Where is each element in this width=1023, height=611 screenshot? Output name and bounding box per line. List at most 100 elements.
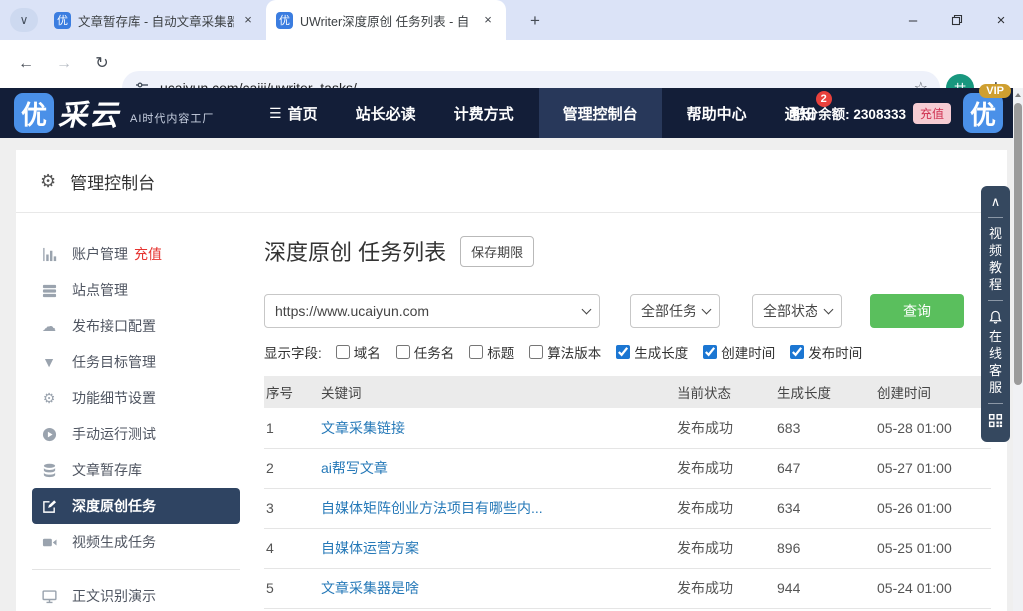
status-text: 发布成功 xyxy=(675,528,775,568)
created-time: 05-27 01:00 xyxy=(875,448,991,488)
tasks-table: 序号 关键词 当前状态 生成长度 创建时间 1 文章采集链接 发布成功 683 … xyxy=(264,376,991,609)
gears-icon: ⚙ xyxy=(40,390,58,407)
recharge-link[interactable]: 充值 xyxy=(134,244,162,264)
user-avatar[interactable]: 优 xyxy=(963,93,1003,133)
sidebar-item-manual-test[interactable]: 手动运行测试 xyxy=(32,416,240,452)
funnel-icon: ▼ xyxy=(40,354,58,370)
scrollbar-up-arrow[interactable] xyxy=(1013,88,1023,101)
site-select-wrap: https://www.ucaiyun.com xyxy=(264,294,600,328)
row-no: 4 xyxy=(264,528,319,568)
tab-close-icon[interactable]: × xyxy=(240,12,256,28)
reload-icon[interactable]: ↻ xyxy=(90,52,114,76)
col-header-created: 创建时间 xyxy=(875,376,991,408)
scroll-top-icon[interactable]: ∧ xyxy=(991,194,1001,210)
page-title: 管理控制台 xyxy=(70,169,155,194)
window-minimize-button[interactable]: – xyxy=(891,0,935,40)
status-select[interactable]: 全部状态 xyxy=(752,294,842,328)
tab-title: UWriter深度原创 任务列表 - 自 xyxy=(300,11,474,30)
field-checkbox-task-name[interactable]: 任务名 xyxy=(396,342,455,362)
play-circle-icon xyxy=(40,427,58,442)
gen-length: 944 xyxy=(775,568,875,608)
table-row: 5 文章采集器是啥 发布成功 944 05-24 01:00 xyxy=(264,568,991,608)
nav-item-console[interactable]: 管理控制台 xyxy=(539,88,662,138)
sidebar-item-account[interactable]: 账户管理充值 xyxy=(32,236,240,272)
nav-item-home[interactable]: ☰ 首页 xyxy=(256,88,331,138)
window-controls: – × xyxy=(891,0,1023,40)
table-header-row: 序号 关键词 当前状态 生成长度 创建时间 xyxy=(264,376,991,408)
page-scrollbar[interactable] xyxy=(1013,88,1023,611)
keyword-link[interactable]: ai帮写文章 xyxy=(321,460,388,476)
site-select[interactable]: https://www.ucaiyun.com xyxy=(264,294,600,328)
sidebar-item-video-tasks[interactable]: 视频生成任务 xyxy=(32,524,240,560)
keyword-link[interactable]: 自媒体矩阵创业方法项目有哪些内... xyxy=(321,500,543,516)
sidebar-item-content-recognition[interactable]: 正文识别演示 xyxy=(32,578,240,611)
sidebar-item-sites[interactable]: 站点管理 xyxy=(32,272,240,308)
created-time: 05-24 01:00 xyxy=(875,568,991,608)
sidebar-item-deep-original-tasks[interactable]: 深度原创任务 xyxy=(32,488,240,524)
site-favicon: 优 xyxy=(276,12,293,29)
status-text: 发布成功 xyxy=(675,488,775,528)
monitor-icon xyxy=(40,589,58,604)
scrollbar-thumb[interactable] xyxy=(1014,103,1022,385)
logo-name: 采云 xyxy=(58,92,120,134)
nav-item-billing[interactable]: 计费方式 xyxy=(441,88,527,138)
nav-item-must-read[interactable]: 站长必读 xyxy=(343,88,429,138)
field-checkbox-title[interactable]: 标题 xyxy=(469,342,514,362)
keyword-link[interactable]: 自媒体运营方案 xyxy=(321,540,419,556)
window-close-button[interactable]: × xyxy=(979,0,1023,40)
bell-icon[interactable] xyxy=(989,310,1002,324)
main-content: 深度原创 任务列表 保存期限 https://www.ucaiyun.com 全… xyxy=(264,235,991,609)
field-checkbox-gen-length[interactable]: 生成长度 xyxy=(616,342,688,362)
keyword-link[interactable]: 文章采集器是啥 xyxy=(321,580,419,596)
table-row: 3 自媒体矩阵创业方法项目有哪些内... 发布成功 634 05-26 01:0… xyxy=(264,488,991,528)
field-checkbox-publish-time[interactable]: 发布时间 xyxy=(790,342,862,362)
tab-search-button[interactable]: ∨ xyxy=(10,8,38,32)
retention-period-button[interactable]: 保存期限 xyxy=(460,236,534,267)
nav-item-help[interactable]: 帮助中心 xyxy=(674,88,760,138)
sidebar-item-publish-api[interactable]: ☁ 发布接口配置 xyxy=(32,308,240,344)
row-no: 5 xyxy=(264,568,319,608)
created-time: 05-26 01:00 xyxy=(875,488,991,528)
sidebar-item-article-buffer[interactable]: 文章暂存库 xyxy=(32,452,240,488)
recharge-button[interactable]: 充值 xyxy=(913,103,951,124)
panel-divider xyxy=(988,300,1003,301)
online-service-link[interactable]: 在线客服 xyxy=(988,328,1003,396)
browser-tab-active[interactable]: 优 UWriter深度原创 任务列表 - 自 × xyxy=(266,0,506,40)
status-select-wrap: 全部状态 xyxy=(752,294,842,328)
site-logo[interactable]: 优 采云 AI时代内容工厂 xyxy=(14,92,214,134)
video-camera-icon xyxy=(40,535,58,550)
sidebar-divider xyxy=(32,569,240,570)
navbar-menu: ☰ 首页 站长必读 计费方式 管理控制台 帮助中心 通知 2 xyxy=(250,88,834,138)
tab-close-icon[interactable]: × xyxy=(480,12,496,28)
row-no: 3 xyxy=(264,488,319,528)
qr-code-icon[interactable] xyxy=(988,413,1003,428)
video-tutorial-link[interactable]: 视频教程 xyxy=(988,225,1003,293)
browser-tab-inactive[interactable]: 优 文章暂存库 - 自动文章采集器-自 × xyxy=(44,0,266,40)
row-no: 2 xyxy=(264,448,319,488)
panel-divider xyxy=(988,403,1003,404)
gen-length: 896 xyxy=(775,528,875,568)
keyword-link[interactable]: 文章采集链接 xyxy=(321,420,405,436)
section-title: 深度原创 任务列表 xyxy=(264,235,446,267)
card-header: ⚙ 管理控制台 xyxy=(16,150,1007,213)
col-header-keyword: 关键词 xyxy=(319,376,675,408)
field-checkbox-created-time[interactable]: 创建时间 xyxy=(703,342,775,362)
task-type-select-wrap: 全部任务 xyxy=(630,294,720,328)
query-button[interactable]: 查询 xyxy=(870,294,964,328)
logo-badge: 优 xyxy=(14,93,54,133)
window-restore-button[interactable] xyxy=(935,0,979,40)
tab-title: 文章暂存库 - 自动文章采集器-自 xyxy=(78,11,234,30)
vip-badge: VIP xyxy=(979,84,1011,98)
status-text: 发布成功 xyxy=(675,408,775,448)
back-icon[interactable]: ← xyxy=(14,52,38,76)
float-panel: ∧ 视频教程 在线客服 xyxy=(981,186,1010,442)
gear-icon: ⚙ xyxy=(40,171,56,192)
new-tab-button[interactable]: + xyxy=(522,8,548,34)
sidebar-item-feature-settings[interactable]: ⚙ 功能细节设置 xyxy=(32,380,240,416)
task-type-select[interactable]: 全部任务 xyxy=(630,294,720,328)
col-header-length: 生成长度 xyxy=(775,376,875,408)
field-checkbox-algorithm[interactable]: 算法版本 xyxy=(529,342,601,362)
field-checkbox-domain[interactable]: 域名 xyxy=(336,342,381,362)
list-icon: ☰ xyxy=(269,105,282,122)
sidebar-item-task-targets[interactable]: ▼ 任务目标管理 xyxy=(32,344,240,380)
